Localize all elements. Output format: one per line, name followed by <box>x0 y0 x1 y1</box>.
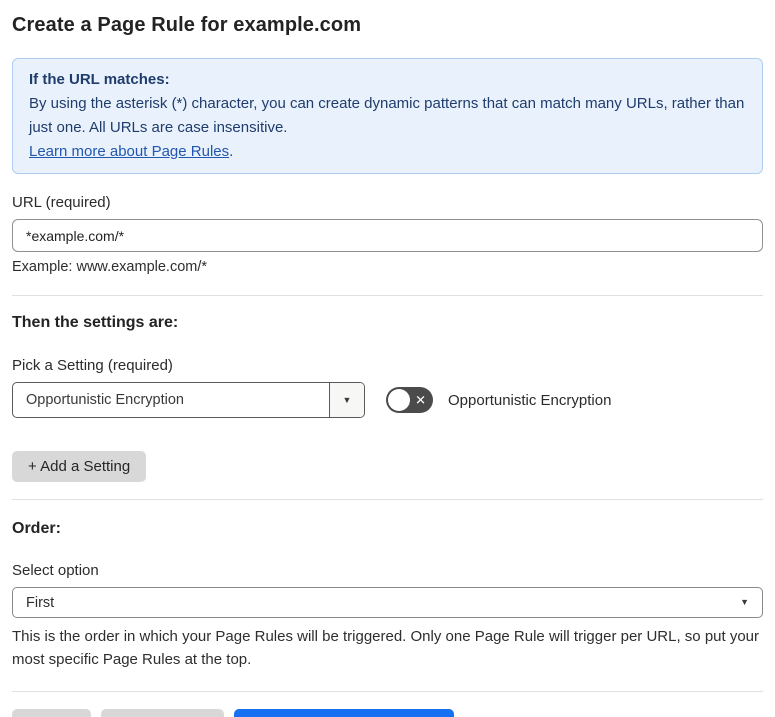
divider <box>12 295 763 296</box>
divider <box>12 499 763 500</box>
add-setting-button[interactable]: + Add a Setting <box>12 451 147 482</box>
opportunistic-encryption-toggle[interactable]: ✕ <box>386 387 433 413</box>
page-title: Create a Page Rule for example.com <box>12 14 362 36</box>
order-select-value: First <box>26 594 55 611</box>
divider <box>12 691 763 692</box>
settings-heading: Then the settings are: <box>12 314 179 331</box>
order-heading: Order: <box>12 520 61 537</box>
footer-actions: Cancel Save as Draft Save and Deploy Pag… <box>12 709 763 717</box>
setting-dropdown-arrow-button[interactable]: ▼ <box>329 383 364 417</box>
save-as-draft-button[interactable]: Save as Draft <box>100 709 224 717</box>
chevron-down-icon: ▼ <box>740 597 749 607</box>
chevron-down-icon: ▼ <box>342 394 352 405</box>
learn-more-link[interactable]: Learn more about Page Rules <box>29 143 229 160</box>
toggle-off-x-icon: ✕ <box>415 392 426 408</box>
toggle-knob <box>388 389 410 411</box>
info-box-heading: If the URL matches: <box>29 71 170 88</box>
info-box-link-line: Learn more about Page Rules. <box>29 140 746 164</box>
url-example-text: Example: www.example.com/* <box>12 259 208 275</box>
setting-dropdown-value: Opportunistic Encryption <box>26 392 184 408</box>
setting-row: Opportunistic Encryption ▼ ✕ Opportunist… <box>12 382 763 418</box>
pick-setting-label: Pick a Setting (required) <box>12 357 173 374</box>
cancel-button[interactable]: Cancel <box>12 709 91 717</box>
order-select[interactable]: First ▼ <box>12 587 763 618</box>
url-match-info-box: If the URL matches: By using the asteris… <box>12 58 763 174</box>
link-suffix: . <box>229 143 234 160</box>
url-input[interactable] <box>12 219 763 252</box>
page-rule-form: Create a Page Rule for example.com If th… <box>0 0 775 717</box>
toggle-label: Opportunistic Encryption <box>448 391 612 409</box>
url-label: URL (required) <box>12 194 111 211</box>
setting-dropdown[interactable]: Opportunistic Encryption ▼ <box>12 382 365 418</box>
order-help-text: This is the order in which your Page Rul… <box>12 628 760 668</box>
select-option-label: Select option <box>12 562 99 579</box>
info-box-body: By using the asterisk (*) character, you… <box>29 95 745 136</box>
save-and-deploy-button[interactable]: Save and Deploy Page Rule <box>233 709 455 717</box>
